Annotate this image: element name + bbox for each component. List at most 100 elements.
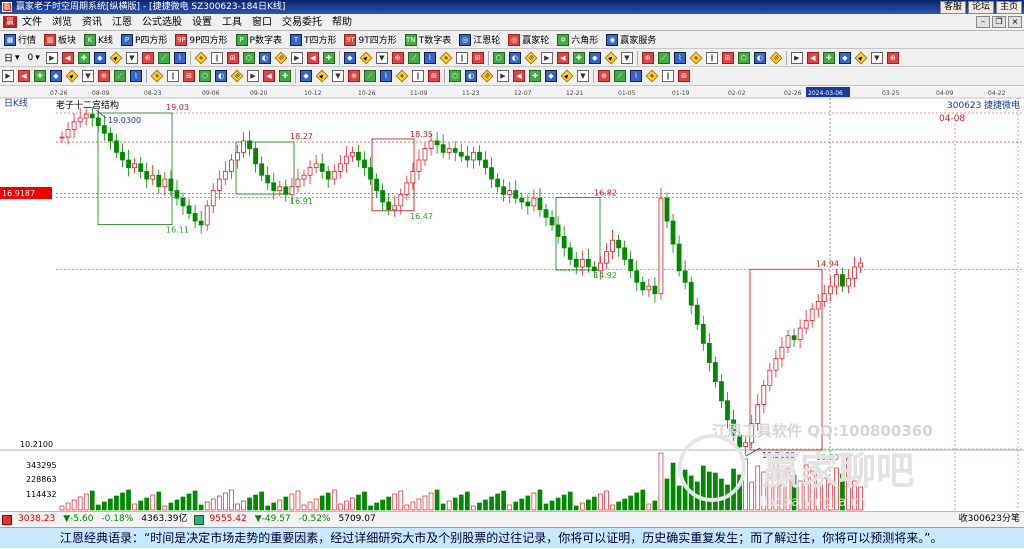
analysis-tool-30-icon[interactable]: ☰	[480, 69, 494, 83]
analysis-tool-28-icon[interactable]: ⬡	[449, 70, 461, 82]
drawing-tool-51-icon[interactable]: ▼	[870, 51, 883, 64]
toolbar-button-9p-square[interactable]: 9P 9P四方形	[171, 32, 231, 48]
drawing-tool-35-icon[interactable]: ▲	[604, 51, 618, 64]
drawing-tool-47-icon[interactable]: ◀	[806, 51, 819, 64]
analysis-tool-5-icon[interactable]: ▲	[65, 69, 79, 83]
menu-gann[interactable]: 江恩	[107, 14, 137, 31]
minimize-icon[interactable]: –	[976, 16, 990, 28]
tick-trades-label[interactable]: 收300623分笔	[955, 512, 1024, 527]
analysis-tool-37-icon[interactable]: ⊕	[598, 70, 610, 82]
drawing-tool-3-icon[interactable]: ✚	[77, 51, 90, 64]
count-select[interactable]: 0 ▾	[24, 50, 44, 66]
drawing-tool-49-icon[interactable]: ◆	[838, 51, 851, 64]
menu-help[interactable]: 帮助	[327, 14, 357, 31]
analysis-tool-8-icon[interactable]: ⟋	[114, 70, 126, 82]
drawing-tool-32-icon[interactable]: ◀	[556, 51, 569, 64]
drawing-tool-41-icon[interactable]: ∥	[705, 51, 718, 64]
toolbar-button-service[interactable]: ◉ 赢家服务	[602, 32, 660, 48]
analysis-tool-34-icon[interactable]: ◆	[545, 70, 557, 82]
drawing-tool-26-icon[interactable]: ∥	[455, 51, 468, 64]
menu-tools[interactable]: 工具	[217, 14, 247, 31]
drawing-tool-10-icon[interactable]: ≡	[194, 51, 208, 64]
toolbar-button-block[interactable]: ▥ 板块	[40, 32, 80, 48]
analysis-tool-24-icon[interactable]: ⌇	[380, 70, 392, 82]
forum-link[interactable]: 论坛	[967, 1, 994, 14]
toolbar-button-t-number[interactable]: TN T数字表	[401, 32, 456, 48]
drawing-tool-50-icon[interactable]: ▲	[854, 51, 868, 64]
analysis-tool-27-icon[interactable]: ⊞	[428, 70, 440, 82]
analysis-tool-7-icon[interactable]: ⊕	[98, 70, 110, 82]
analysis-tool-19-icon[interactable]: ◆	[300, 70, 312, 82]
analysis-tool-20-icon[interactable]: ▲	[315, 69, 329, 83]
drawing-tool-24-icon[interactable]: ⌇	[423, 51, 436, 64]
drawing-tool-30-icon[interactable]: ☰	[524, 51, 538, 64]
drawing-tool-5-icon[interactable]: ▲	[109, 51, 123, 64]
drawing-tool-37-icon[interactable]: ⊕	[641, 51, 654, 64]
drawing-tool-9-icon[interactable]: ⌇	[173, 51, 186, 64]
drawing-tool-28-icon[interactable]: ⬡	[492, 51, 505, 64]
drawing-tool-39-icon[interactable]: ⌇	[673, 51, 686, 64]
drawing-tool-23-icon[interactable]: ⟋	[407, 51, 420, 64]
close-icon[interactable]: ×	[1008, 16, 1022, 28]
drawing-tool-31-icon[interactable]: ▶	[540, 51, 553, 64]
drawing-tool-44-icon[interactable]: ◐	[753, 51, 766, 64]
toolbar-button-grid[interactable]: ▦ 行情	[0, 32, 40, 48]
analysis-tool-32-icon[interactable]: ◀	[513, 70, 525, 82]
drawing-tool-17-icon[interactable]: ◀	[306, 51, 319, 64]
analysis-tool-17-icon[interactable]: ◀	[263, 70, 275, 82]
shanghai-index-icon[interactable]	[2, 514, 12, 525]
restore-icon[interactable]: ❐	[992, 16, 1006, 28]
drawing-tool-25-icon[interactable]: ≡	[439, 51, 453, 64]
drawing-tool-19-icon[interactable]: ◆	[343, 51, 356, 64]
drawing-tool-1-icon[interactable]: ▶	[45, 51, 58, 64]
drawing-tool-15-icon[interactable]: ☰	[274, 51, 288, 64]
drawing-tool-42-icon[interactable]: ⊞	[721, 51, 734, 64]
customer-service-link[interactable]: 客服	[939, 1, 966, 14]
drawing-tool-20-icon[interactable]: ▲	[359, 51, 373, 64]
analysis-tool-3-icon[interactable]: ✚	[34, 70, 46, 82]
drawing-tool-27-icon[interactable]: ⊞	[471, 51, 484, 64]
analysis-tool-12-icon[interactable]: ⊞	[183, 70, 195, 82]
analysis-tool-41-icon[interactable]: ∥	[662, 70, 674, 82]
homepage-link[interactable]: 主页	[995, 1, 1022, 14]
toolbar-button-9t-square[interactable]: 9T 9T四方形	[340, 32, 400, 48]
drawing-tool-14-icon[interactable]: ◐	[258, 51, 271, 64]
drawing-tool-33-icon[interactable]: ✚	[572, 51, 585, 64]
drawing-tool-7-icon[interactable]: ⊕	[141, 51, 154, 64]
kline-chart[interactable]: 07-26 08-09 08-23 09-06 09-20 10-12 10-26 11-09…	[0, 86, 1024, 511]
drawing-tool-29-icon[interactable]: ◐	[508, 51, 521, 64]
analysis-tool-33-icon[interactable]: ✚	[529, 70, 541, 82]
drawing-tool-13-icon[interactable]: ⬡	[242, 51, 255, 64]
drawing-tool-2-icon[interactable]: ◀	[61, 51, 74, 64]
drawing-tool-45-icon[interactable]: ☰	[769, 51, 783, 64]
drawing-tool-46-icon[interactable]: ▶	[790, 51, 803, 64]
drawing-tool-38-icon[interactable]: ⟋	[657, 51, 670, 64]
drawing-tool-12-icon[interactable]: ⊞	[226, 51, 239, 64]
analysis-tool-6-icon[interactable]: ▼	[82, 70, 94, 82]
drawing-tool-18-icon[interactable]: ✚	[322, 51, 335, 64]
toolbar-button-p-number[interactable]: P P数字表	[232, 32, 286, 48]
toolbar-button-gann-wheel[interactable]: ◎ 江恩轮	[455, 32, 504, 48]
drawing-tool-34-icon[interactable]: ◆	[588, 51, 601, 64]
drawing-tool-21-icon[interactable]: ▼	[375, 51, 388, 64]
analysis-tool-10-icon[interactable]: ≡	[150, 69, 164, 83]
analysis-tool-15-icon[interactable]: ☰	[230, 69, 244, 83]
toolbar-button-yingjia-wheel[interactable]: ◎ 赢家轮	[504, 32, 553, 48]
drawing-tool-6-icon[interactable]: ▼	[125, 51, 138, 64]
analysis-tool-38-icon[interactable]: ⟋	[614, 70, 626, 82]
menu-formula[interactable]: 公式选股	[137, 14, 187, 31]
analysis-tool-25-icon[interactable]: ≡	[395, 69, 409, 83]
menu-browse[interactable]: 浏览	[47, 14, 77, 31]
drawing-tool-40-icon[interactable]: ≡	[689, 51, 703, 64]
analysis-tool-9-icon[interactable]: ⌇	[130, 70, 142, 82]
drawing-tool-48-icon[interactable]: ✚	[822, 51, 835, 64]
analysis-tool-2-icon[interactable]: ◀	[18, 70, 30, 82]
analysis-tool-22-icon[interactable]: ⊕	[348, 70, 360, 82]
drawing-tool-43-icon[interactable]: ⬡	[737, 51, 750, 64]
analysis-tool-21-icon[interactable]: ▼	[332, 70, 344, 82]
analysis-tool-16-icon[interactable]: ▶	[247, 70, 259, 82]
toolbar-button-t-square[interactable]: T T四方形	[286, 32, 341, 48]
menu-file[interactable]: 文件	[17, 14, 47, 31]
menu-trade[interactable]: 交易委托	[277, 14, 327, 31]
analysis-tool-42-icon[interactable]: ⊞	[678, 70, 690, 82]
